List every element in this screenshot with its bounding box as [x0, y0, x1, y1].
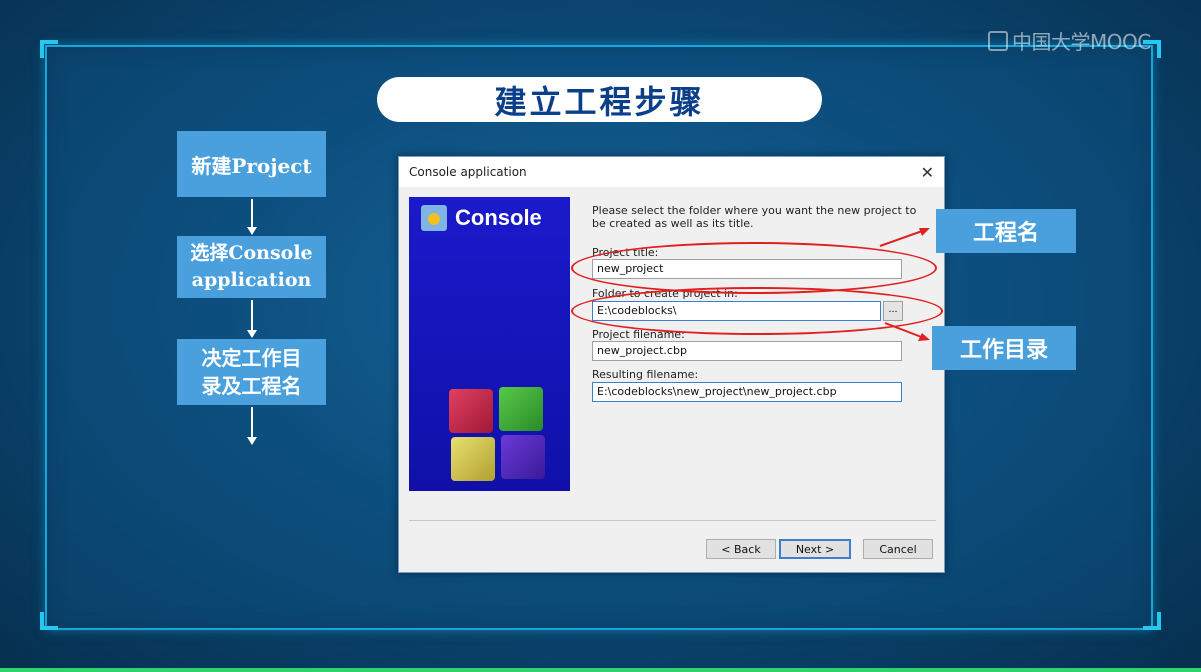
callout-work-directory: 工作目录	[932, 326, 1076, 370]
callout-project-name: 工程名	[936, 209, 1076, 253]
mooc-logo-icon	[988, 30, 1008, 51]
step-decide-dir-name: 决定工作目录及工程名	[177, 339, 326, 405]
slide-title: 建立工程步骤	[377, 77, 822, 122]
frame-corner	[1157, 612, 1161, 630]
close-icon[interactable]: ✕	[921, 163, 934, 182]
resulting-filename-input[interactable]: E:\codeblocks\new_project\new_project.cb…	[592, 382, 902, 402]
console-app-icon	[421, 205, 447, 231]
frame-corner	[40, 612, 44, 630]
dialog-intro-text: Please select the folder where you want …	[592, 204, 917, 230]
cancel-button[interactable]: Cancel	[863, 539, 933, 559]
cube-red-icon	[449, 389, 493, 433]
console-application-dialog: Console application ✕ Console Please sel…	[398, 156, 945, 573]
resulting-filename-label: Resulting filename:	[592, 368, 699, 381]
folder-highlight-oval	[571, 287, 943, 335]
cube-yellow-icon	[451, 437, 495, 481]
step-new-project: 新建Project	[177, 131, 326, 197]
dialog-title: Console application	[409, 165, 527, 179]
step-select-console: 选择Console application	[177, 236, 326, 298]
back-button[interactable]: < Back	[706, 539, 776, 559]
cube-purple-icon	[501, 435, 545, 479]
mooc-watermark: 中国大学MOOC	[988, 26, 1151, 55]
progress-bar	[0, 668, 1201, 672]
flow-arrow-icon	[247, 199, 257, 235]
project-filename-input[interactable]: new_project.cbp	[592, 341, 902, 361]
dialog-separator	[409, 520, 936, 521]
dialog-titlebar: Console application ✕	[399, 157, 944, 187]
wizard-banner-image: Console	[409, 197, 570, 491]
frame-corner	[40, 40, 44, 58]
flow-arrow-icon	[247, 300, 257, 338]
watermark-text: 中国大学MOOC	[1012, 30, 1151, 54]
cube-green-icon	[499, 387, 543, 431]
flow-arrow-icon	[247, 407, 257, 445]
wizard-banner-title: Console	[455, 205, 542, 230]
frame-corner	[1157, 40, 1161, 58]
next-button[interactable]: Next >	[779, 539, 851, 559]
